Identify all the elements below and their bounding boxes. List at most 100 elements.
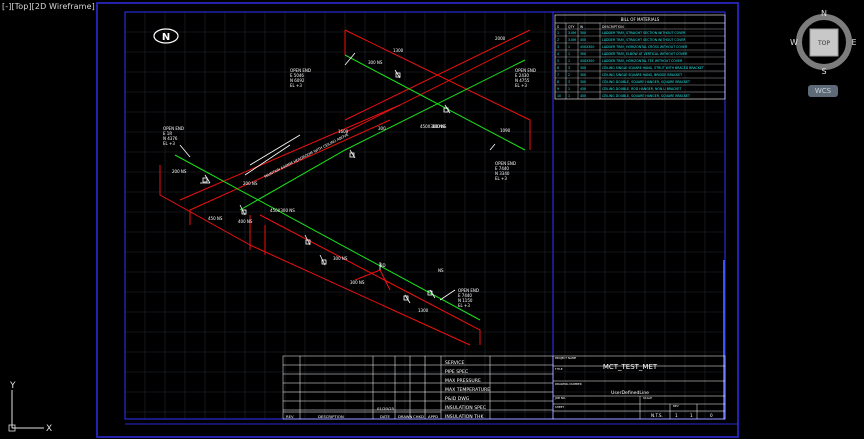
ucs-icon: Y X: [8, 381, 52, 434]
open-end-tag: OPEN ENDE 7440N 1150EL +3: [458, 288, 479, 308]
bom-cell: LADDER TRAY, HORIZONTAL TEE WITHOUT COVE…: [602, 59, 683, 63]
ucs-y-label: Y: [9, 381, 16, 391]
bom-cell: 450: [580, 94, 586, 98]
bom-cell: 1: [568, 87, 570, 91]
bom-cell: 3: [557, 45, 559, 49]
svg-text:1300: 1300: [418, 308, 429, 313]
svg-text:PROJECT NAME: PROJECT NAME: [555, 356, 576, 360]
svg-text:450X300 NS: 450X300 NS: [270, 208, 295, 213]
svg-text:CHKD: CHKD: [413, 414, 424, 419]
bom-cell: 8: [557, 80, 559, 84]
bom-cell: CEILING DOUBLE, SQUARE HANGER, SQUARE BR…: [602, 94, 690, 98]
svg-text:N: N: [162, 32, 170, 43]
svg-text:EL +3: EL +3: [515, 83, 527, 88]
svg-text:REV: REV: [673, 404, 679, 408]
bom-cell: 450: [580, 38, 586, 42]
revision-headers: REV DESCRIPTION DATE DRAWN CHKD APPD 01/…: [286, 406, 438, 419]
drawing-number: UserDefinedLine: [611, 390, 649, 396]
svg-text:DRAWING NUMBER: DRAWING NUMBER: [555, 382, 582, 386]
svg-text:INSULATION THK: INSULATION THK: [445, 414, 484, 420]
open-end-tag: OPEN ENDE 5046N 6092EL +3: [290, 68, 311, 88]
bom-cell: 6: [557, 66, 559, 70]
bom-column-header: DESCRIPTION: [602, 25, 624, 29]
svg-text:SCALE: SCALE: [643, 396, 652, 400]
svg-text:DRAWN: DRAWN: [398, 414, 413, 419]
bom-cell: 450: [580, 87, 586, 91]
open-end-tag: OPEN ENDE 7440N 3340EL +3: [495, 161, 516, 181]
svg-text:01/20/25: 01/20/25: [377, 406, 395, 411]
wcs-menu-button[interactable]: WCS: [808, 85, 838, 97]
svg-text:300 NS: 300 NS: [350, 280, 365, 285]
svg-text:EL +3: EL +3: [495, 176, 507, 181]
ucs-x-label: X: [46, 424, 52, 434]
title-block: [282, 355, 726, 420]
bill-of-materials: BILL OF MATERIALS 1 3.0M 300 LADDER TRAY, S…: [554, 14, 726, 100]
service-labels: SERVICE PIPE SPEC MAX PRESSURE MAX TEMPE…: [445, 360, 490, 420]
viewport-controls-label[interactable]: [-][Top][2D Wireframe]: [2, 2, 95, 11]
bom-cell: CEILING SINGLE SQUARE HANG, BRIDGE BRACK…: [602, 73, 682, 77]
bom-cell: 300: [580, 80, 586, 84]
svg-text:EL +3: EL +3: [458, 303, 470, 308]
svg-text:MAX PRESSURE: MAX PRESSURE: [445, 378, 481, 384]
svg-text:200 NS: 200 NS: [172, 169, 187, 174]
bom-cell: 300: [580, 66, 586, 70]
bom-cell: 1: [557, 31, 559, 35]
tray-ne-branch-2: [345, 39, 531, 133]
bom-cell: 300: [580, 73, 586, 77]
svg-text:400 NS: 400 NS: [238, 219, 253, 224]
svg-text:300: 300: [378, 126, 386, 131]
svg-text:INSULATION SPEC: INSULATION SPEC: [445, 405, 486, 411]
bom-cell: 300: [580, 52, 586, 56]
svg-text:DESCRIPTION: DESCRIPTION: [318, 414, 344, 419]
svg-text:200 NS: 200 NS: [243, 181, 258, 186]
bom-column-header: S: [557, 25, 559, 29]
drawing-canvas[interactable]: N OPEN ENDE 5046N 6092EL +3 OPEN ENDE 24…: [0, 0, 864, 439]
svg-text:APPD: APPD: [428, 414, 438, 419]
bom-cell: 9: [557, 87, 559, 91]
compass-south-label[interactable]: S: [821, 67, 826, 76]
svg-text:NS: NS: [438, 268, 444, 273]
open-end-tag: OPEN ENDE 2430N 4755EL +3: [515, 68, 536, 88]
viewcube[interactable]: TOP N S W E: [790, 8, 858, 88]
svg-text:REV: REV: [286, 414, 294, 419]
open-end-tag: OPEN ENDE 1RN 4376EL +3: [163, 126, 184, 146]
bom-cell: 1: [568, 59, 570, 63]
svg-text:2000: 2000: [495, 36, 506, 41]
compass-north-label[interactable]: N: [821, 9, 827, 18]
bom-cell: 1: [568, 52, 570, 56]
dimension-labels: 300 NS 300 NS 450X300 NS 300 200 NS 200 …: [172, 36, 511, 313]
tray-lower-run: [249, 244, 471, 346]
bom-cell: 1: [568, 45, 570, 49]
svg-text:1090: 1090: [500, 128, 511, 133]
svg-text:1300: 1300: [393, 48, 404, 53]
bom-cell: 1: [568, 94, 570, 98]
svg-text:SERVICE: SERVICE: [445, 360, 464, 366]
bom-cell: LADDER TRAY, STRAIGHT SECTION WITHOUT CO…: [602, 31, 686, 35]
viewcube-face-label: TOP: [817, 40, 830, 47]
bom-cell: 2: [557, 38, 559, 42]
scale-value: N.T.S.: [651, 413, 663, 418]
svg-text:PIPE SPEC: PIPE SPEC: [445, 369, 468, 375]
bom-cell: 3: [568, 80, 570, 84]
model-viewport[interactable]: N OPEN END E 5046 N 6092 EL +3 OPEN END …: [0, 0, 864, 439]
svg-text:450 NS: 450 NS: [208, 216, 223, 221]
svg-text:SHEET: SHEET: [555, 405, 564, 409]
bom-cell: 3.0M: [568, 38, 576, 42]
svg-text:JOB NO.: JOB NO.: [554, 396, 566, 400]
svg-text:300 NS: 300 NS: [368, 60, 383, 65]
compass-east-label[interactable]: E: [851, 38, 856, 47]
bom-cell: 300: [580, 31, 586, 35]
bom-cell: 3: [568, 66, 570, 70]
svg-text:TITLE: TITLE: [554, 367, 563, 371]
svg-text:P&ID DWG: P&ID DWG: [445, 396, 470, 402]
compass-west-label[interactable]: W: [790, 38, 798, 47]
bom-cell: 5: [557, 59, 559, 63]
bom-cell: 2: [568, 73, 570, 77]
support-markers: [179, 52, 496, 304]
bom-cell: LADDER TRAY, HORIZONTAL CROSS WITHOUT CO…: [602, 45, 688, 49]
bom-cell: 10: [557, 94, 561, 98]
bom-cell: 7: [557, 73, 559, 77]
sheet-number: 1: [675, 413, 678, 418]
bom-column-header: QTY: [568, 25, 574, 29]
centerline-cross-b: [239, 59, 526, 211]
